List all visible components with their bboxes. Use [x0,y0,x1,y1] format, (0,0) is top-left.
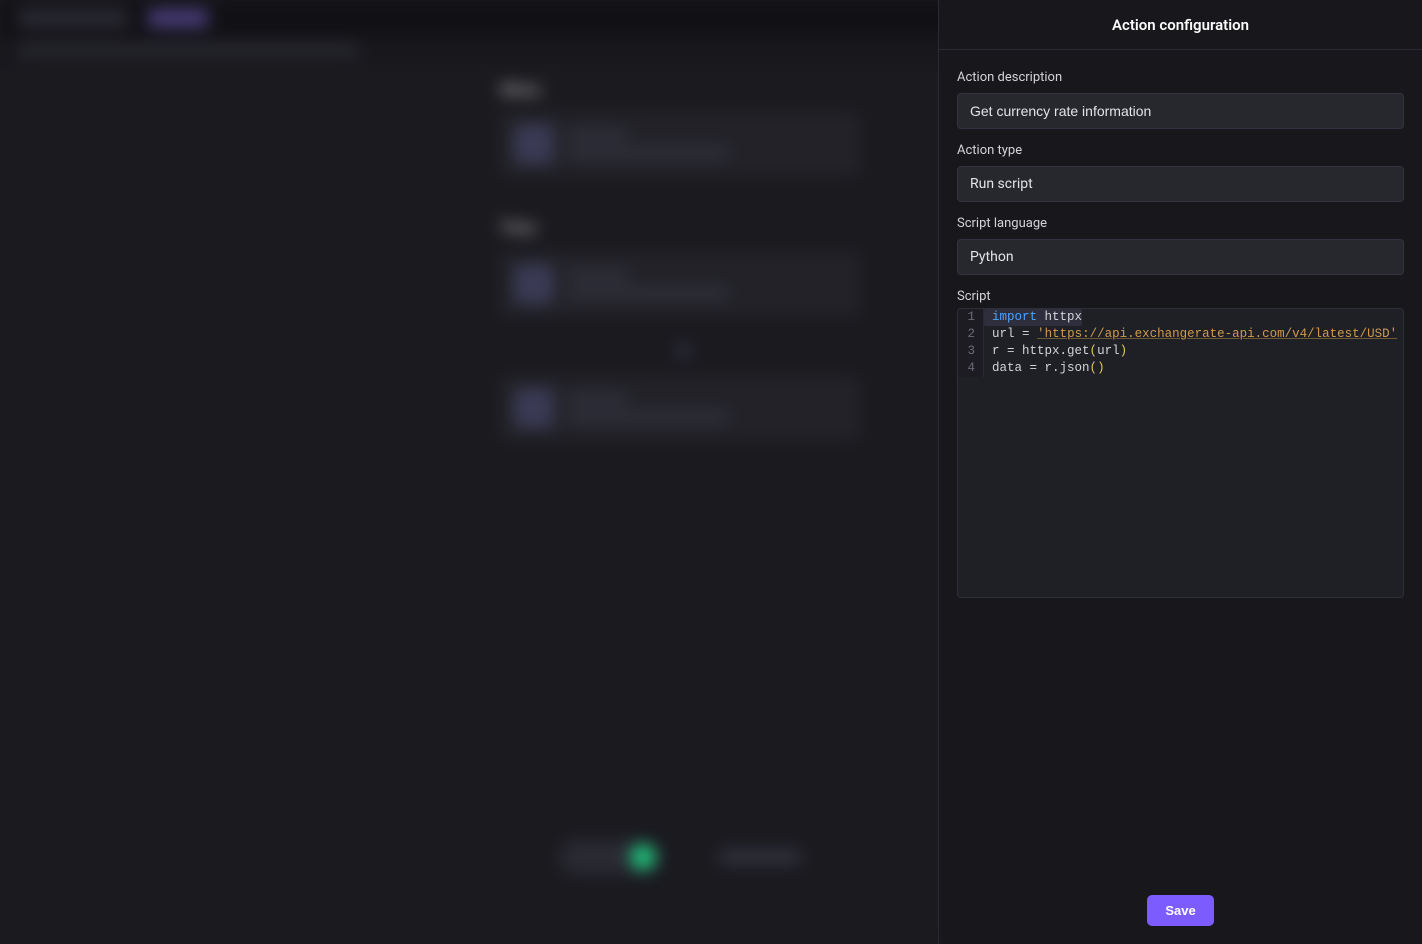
code-line[interactable]: 1import httpx [958,309,1403,326]
panel-body: Action description Action type Run scrip… [939,50,1422,876]
code-content[interactable]: url = 'https://api.exchangerate-api.com/… [984,326,1397,343]
footer-controls [560,840,800,874]
line-number: 1 [958,309,984,326]
code-line[interactable]: 4data = r.json() [958,360,1403,377]
code-line[interactable]: 3r = httpx.get(url) [958,343,1403,360]
code-content[interactable]: import httpx [984,309,1082,326]
action-card-1 [500,252,860,316]
code-content[interactable]: data = r.json() [984,360,1105,377]
panel-title: Action configuration [1112,16,1249,34]
panel-header: Action configuration [939,0,1422,50]
app-icon [514,388,554,428]
save-button[interactable]: Save [1147,895,1213,926]
description-label: Action description [957,70,1404,85]
code-line[interactable]: 2url = 'https://api.exchangerate-api.com… [958,326,1403,343]
script-editor[interactable]: 1import httpx2url = 'https://api.exchang… [957,308,1404,598]
description-input[interactable] [957,93,1404,129]
tab-placeholder-active [148,9,208,27]
app-icon [514,124,554,164]
then-section-label: Then [500,218,536,237]
script-language-value: Python [970,249,1014,265]
tab-placeholder [18,9,128,27]
trigger-card [500,112,860,176]
action-card-2 [500,376,860,440]
line-number: 3 [958,343,984,360]
line-number: 4 [958,360,984,377]
code-content[interactable]: r = httpx.get(url) [984,343,1127,360]
action-type-select[interactable]: Run script [957,166,1404,202]
script-language-select[interactable]: Python [957,239,1404,275]
action-config-panel: Action configuration Action description … [938,0,1422,944]
panel-footer: Save [939,876,1422,944]
link-placeholder [720,850,800,864]
toggle-placeholder [560,840,660,874]
line-number: 2 [958,326,984,343]
action-type-label: Action type [957,143,1404,158]
connector-dot [678,346,688,356]
when-section-label: When [500,80,541,99]
script-label: Script [957,289,1404,304]
action-type-value: Run script [970,176,1033,192]
breadcrumb-placeholder [18,45,358,55]
script-language-label: Script language [957,216,1404,231]
app-icon [514,264,554,304]
